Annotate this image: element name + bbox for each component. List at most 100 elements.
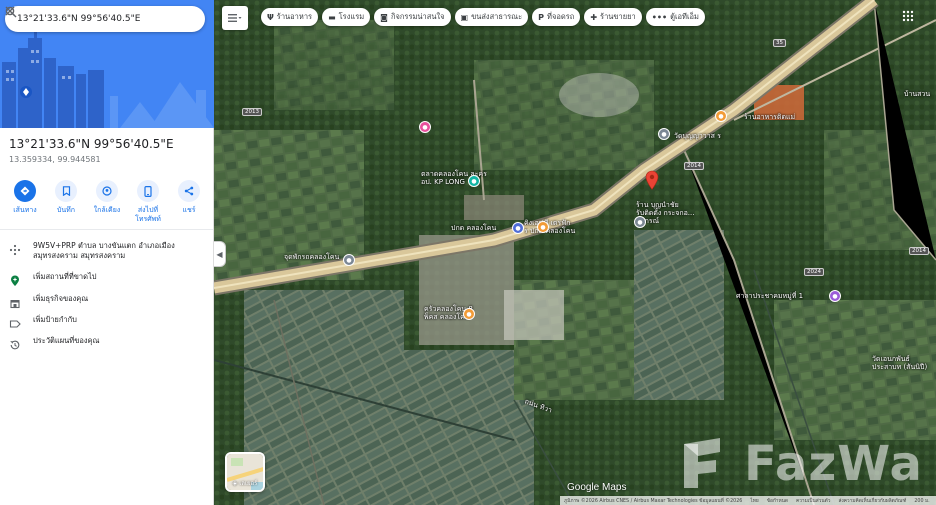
location-pin-icon[interactable] [645, 170, 659, 190]
attribution-bar: ภูมิภาพ ©2026 Airbus CNES / Airbus Maxar… [560, 496, 936, 505]
link-feedback[interactable]: ส่งความคิดเห็นเกี่ยวกับผลิตภัณฑ์ [838, 497, 906, 505]
google-apps-icon[interactable] [902, 10, 914, 22]
link-language[interactable]: ไทย [750, 497, 758, 505]
layers-label: ◈ เลเยอร์ [227, 478, 263, 488]
map-label-store[interactable]: คิงเอฟพี เดรฟัก ร ปกด คลองโคน [524, 219, 575, 235]
map-label-village[interactable]: บ้านสวน [904, 90, 930, 98]
maps-app: 13°21'33.6"N 99°56'40.5"E 13°21'33.6"N 9… [0, 0, 936, 505]
directions-button[interactable]: เส้นทาง [6, 180, 44, 224]
map-label-rest-stop[interactable]: จุดพักรถคลองโคน [284, 253, 339, 261]
poi-marker-shop[interactable]: ● [634, 216, 646, 228]
chip-hotels[interactable]: ▬ โรงแรม [322, 8, 371, 26]
road-shield: 35 [773, 39, 786, 47]
label-icon [9, 315, 21, 328]
send-to-phone-label: ส่งไปที่ โทรศัพท์ [135, 206, 161, 223]
add-label-row[interactable]: เพิ่มป้ายกำกับ [9, 315, 193, 328]
map-history-row[interactable]: ประวัติแผนที่ของคุณ [9, 336, 193, 350]
camera-icon: ◙ [380, 12, 388, 22]
plus-code-text: 9W5V+PRP ตำบล บางขันแตก อำเภอเมือง สมุทร… [33, 241, 175, 260]
save-label: บันทึก [56, 206, 76, 214]
chip-label: ตู้เอทีเอ็ม [670, 12, 700, 21]
map-history-text: ประวัติแผนที่ของคุณ [33, 336, 100, 345]
place-panel: 13°21'33.6"N 99°56'40.5"E 13°21'33.6"N 9… [0, 0, 214, 505]
link-privacy[interactable]: ความเป็นส่วนตัว [796, 497, 830, 505]
add-place-row[interactable]: เพิ่มสถานที่ที่ขาดไป [9, 272, 193, 286]
poi-marker-market[interactable]: ● [468, 175, 480, 187]
add-place-text: เพิ่มสถานที่ที่ขาดไป [33, 272, 97, 281]
map-menu-icon [228, 14, 242, 22]
map-label-restaurant-top[interactable]: ร้านอาหารติดแม่ [744, 113, 795, 121]
plus-code-row[interactable]: 9W5V+PRP ตำบล บางขันแตก อำเภอเมือง สมุทร… [9, 241, 193, 261]
action-bar: เส้นทาง บันทึก ใกล้เคียง ส่งไปที่ โทรศัพ… [6, 180, 208, 224]
map-label-town[interactable]: ปกด คลองโคน [451, 224, 496, 232]
place-title: 13°21'33.6"N 99°56'40.5"E [9, 137, 174, 151]
hotel-icon: ▬ [328, 12, 336, 22]
search-input[interactable]: 13°21'33.6"N 99°56'40.5"E [17, 14, 149, 24]
chip-restaurants[interactable]: Ψ ร้านอาหาร [261, 8, 319, 26]
poi-marker-rest-stop[interactable]: ● [343, 254, 355, 266]
attribution-text: ภูมิภาพ ©2026 Airbus CNES / Airbus Maxar… [564, 498, 743, 504]
business-icon [9, 294, 21, 309]
nearby-label: ใกล้เคียง [93, 206, 121, 214]
divider [0, 229, 213, 230]
add-business-row[interactable]: เพิ่มธุรกิจของคุณ [9, 294, 193, 309]
nearby-button[interactable]: ใกล้เคียง [88, 180, 126, 224]
chip-label: ร้านอาหาร [276, 12, 313, 21]
layers-text: เลเยอร์ [239, 480, 258, 487]
chip-parking[interactable]: P ที่จอดรถ [532, 8, 581, 26]
chip-label: ร้านขายยา [600, 12, 636, 21]
chip-pharmacy[interactable]: ✚ ร้านขายยา [584, 8, 642, 26]
chip-atm[interactable]: ••• ตู้เอทีเอ็ม [645, 8, 706, 26]
add-label-text: เพิ่มป้ายกำกับ [33, 315, 77, 324]
road-shield: 2013 [242, 108, 262, 116]
layers-button[interactable]: ◈ เลเยอร์ [225, 452, 265, 492]
collapse-panel-button[interactable]: ◀ [214, 241, 226, 267]
road-shield: 2014 [909, 247, 929, 255]
satellite-map[interactable]: ตลาดคลองโคน ละคร อป. KP LONG จุดพักรถคลอ… [214, 0, 936, 505]
map-label-school[interactable]: วัดเอนกพันธ์ ประสาบท (สันนิปี) [872, 355, 927, 371]
map-menu-button[interactable] [222, 6, 248, 30]
send-to-phone-button[interactable]: ส่งไปที่ โทรศัพท์ [129, 180, 167, 224]
nearby-icon [96, 180, 118, 202]
scale-bar[interactable]: 200 ม. [914, 497, 929, 505]
add-business-text: เพิ่มธุรกิจของคุณ [33, 294, 89, 303]
save-button[interactable]: บันทึก [47, 180, 85, 224]
share-label: แชร์ [182, 206, 196, 214]
map-label-temple[interactable]: วัดบุญญาวาส ร [674, 132, 721, 140]
share-button[interactable]: แชร์ [170, 180, 208, 224]
poi-marker-shopping[interactable]: ● [419, 121, 431, 133]
chip-transit[interactable]: ▣ ขนส่งสาธารณะ [454, 8, 529, 26]
search-box[interactable]: 13°21'33.6"N 99°56'40.5"E [5, 6, 205, 32]
close-icon[interactable] [5, 6, 197, 28]
map-label-hall[interactable]: ศาลาประชาคมหมู่ที่ 1 [736, 292, 803, 300]
poi-marker-restaurant[interactable]: ● [715, 110, 727, 122]
restaurant-icon: Ψ [267, 12, 274, 22]
atm-icon: ••• [651, 12, 668, 22]
category-chips: Ψ ร้านอาหาร ▬ โรงแรม ◙ กิจกรรมน่าสนใจ ▣ ขนส่… [261, 8, 706, 30]
phone-icon [137, 180, 159, 202]
chip-label: กิจกรรมน่าสนใจ [390, 12, 445, 21]
poi-marker-store[interactable]: ● [512, 222, 524, 234]
share-icon [178, 180, 200, 202]
place-hero-image: 13°21'33.6"N 99°56'40.5"E [0, 0, 214, 128]
chip-things-to-do[interactable]: ◙ กิจกรรมน่าสนใจ [374, 8, 451, 26]
poi-marker-temple[interactable]: ● [658, 128, 670, 140]
link-terms[interactable]: ข้อกำหนด [767, 497, 788, 505]
place-decimal-coords: 13.359334, 99.944581 [9, 155, 101, 164]
directions-label: เส้นทาง [13, 206, 37, 214]
poi-marker-hall[interactable]: ● [829, 290, 841, 302]
search-icon[interactable] [5, 6, 173, 28]
chip-label: ที่จอดรถ [547, 12, 575, 21]
chip-label: ขนส่งสาธารณะ [471, 12, 523, 21]
poi-marker-cafe[interactable]: ● [463, 308, 475, 320]
bookmark-icon [55, 180, 77, 202]
poi-marker-food[interactable]: ● [537, 221, 549, 233]
transit-icon: ▣ [460, 12, 469, 22]
layers-icon: ◈ [232, 480, 238, 487]
chip-label: โรงแรม [338, 12, 365, 21]
history-icon [9, 336, 21, 350]
road-shield: 2014 [684, 162, 704, 170]
add-place-icon [9, 272, 21, 286]
pharmacy-icon: ✚ [590, 12, 598, 22]
parking-icon: P [538, 12, 545, 22]
